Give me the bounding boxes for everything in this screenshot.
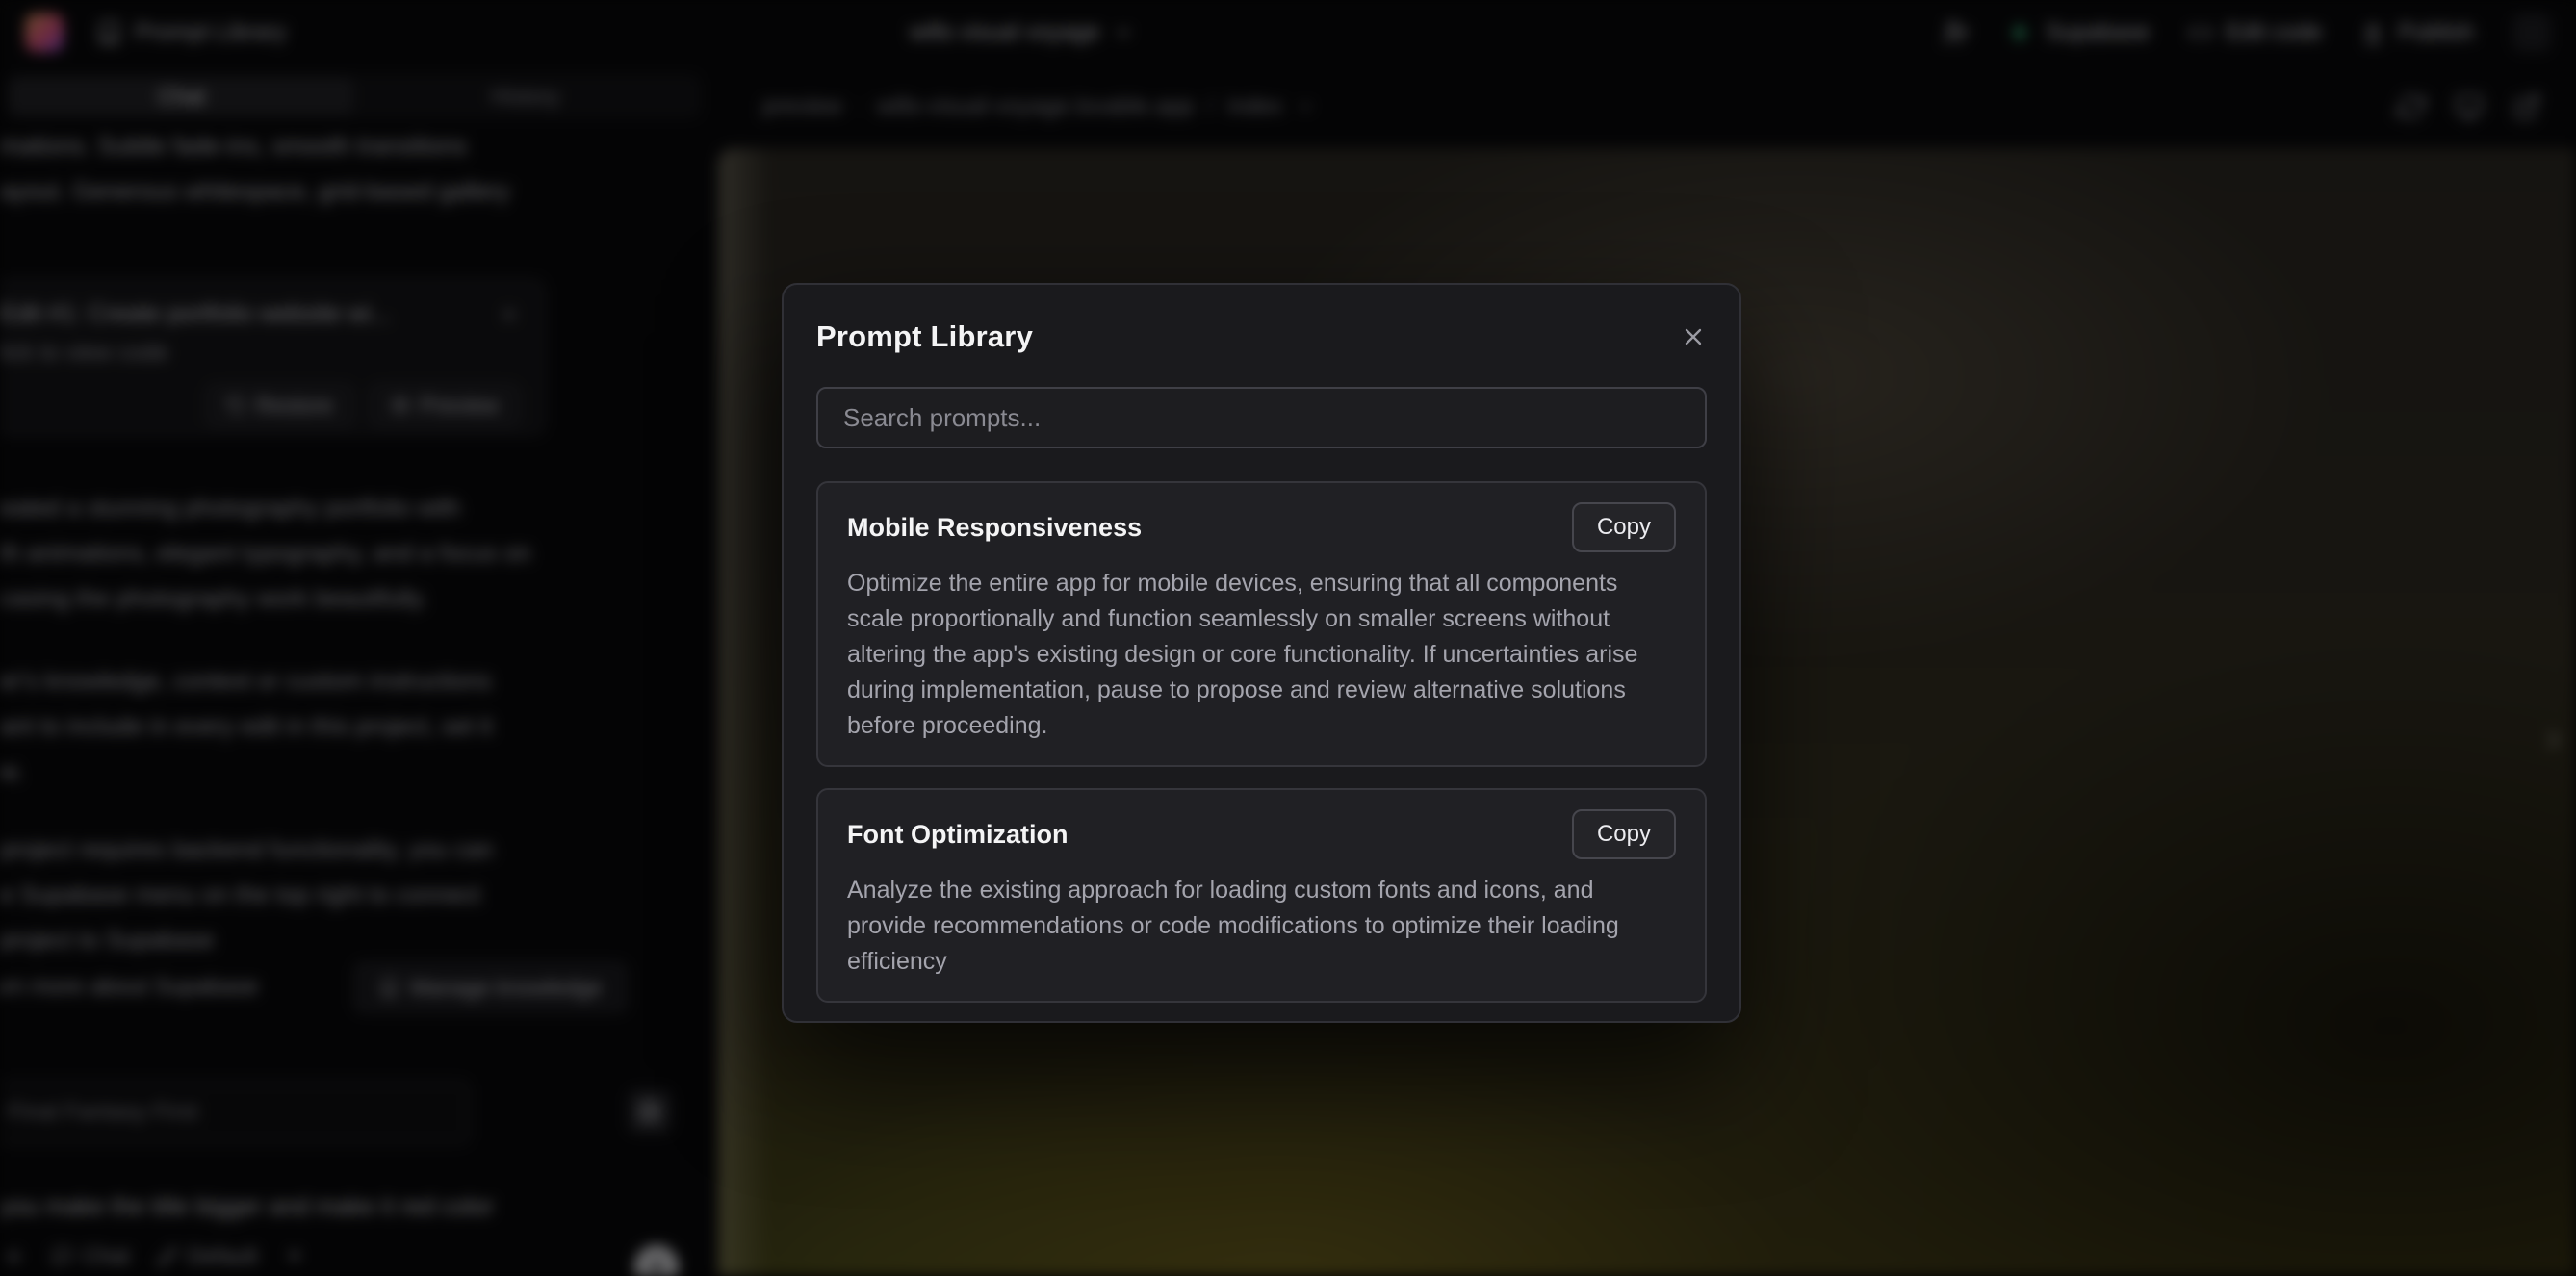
app-window: Prompt Library wills visual voyage Supab…	[0, 0, 2576, 1276]
prompt-library-dialog: Prompt Library Mobile Responsiveness Cop…	[782, 283, 1741, 1023]
dialog-title: Prompt Library	[816, 319, 1033, 354]
prompt-list: Mobile Responsiveness Copy Optimize the …	[816, 481, 1707, 1003]
prompt-title: Font Optimization	[847, 820, 1068, 850]
prompt-description: Analyze the existing approach for loadin…	[847, 873, 1676, 980]
prompt-title: Mobile Responsiveness	[847, 513, 1142, 543]
prompt-card[interactable]: Font Optimization Copy Analyze the exist…	[816, 788, 1707, 1003]
close-icon[interactable]	[1680, 323, 1707, 350]
copy-button[interactable]: Copy	[1572, 502, 1676, 552]
prompt-description: Optimize the entire app for mobile devic…	[847, 566, 1676, 744]
copy-button[interactable]: Copy	[1572, 809, 1676, 859]
search-input[interactable]	[816, 387, 1707, 448]
prompt-card[interactable]: Mobile Responsiveness Copy Optimize the …	[816, 481, 1707, 767]
